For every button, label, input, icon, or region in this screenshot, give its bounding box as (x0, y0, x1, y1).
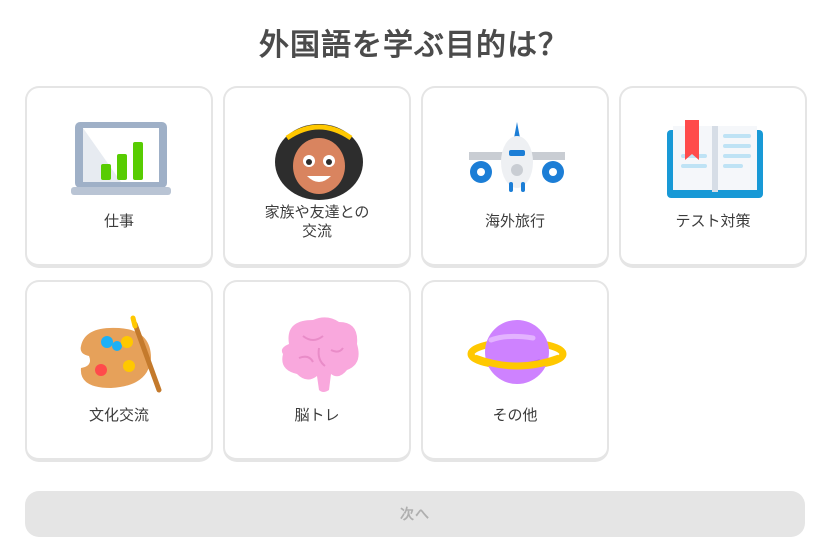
next-button[interactable]: 次へ (25, 491, 805, 537)
option-label: 文化交流 (88, 406, 149, 424)
option-card-culture[interactable]: 文化交流 (25, 280, 213, 462)
option-label: その他 (492, 406, 538, 424)
option-card-brain-training[interactable]: 脳トレ (223, 280, 411, 462)
option-card-work[interactable]: 仕事 (25, 86, 213, 268)
brain-icon (269, 314, 369, 394)
option-label: テスト対策 (675, 212, 751, 230)
person-avatar-icon (269, 120, 369, 200)
option-card-travel[interactable]: 海外旅行 (421, 86, 609, 268)
option-label: 脳トレ (294, 406, 340, 424)
option-grid: 仕事 家族や友達との 交流 海外旅行 テスト対策 文化交流 脳トレ その他 (25, 86, 807, 462)
planet-icon (467, 314, 567, 394)
paint-palette-icon (71, 314, 171, 394)
laptop-chart-icon (71, 120, 171, 200)
option-card-other[interactable]: その他 (421, 280, 609, 462)
option-card-test-prep[interactable]: テスト対策 (619, 86, 807, 268)
page-title: 外国語を学ぶ目的は？ (259, 28, 569, 63)
option-card-family-friends[interactable]: 家族や友達との 交流 (223, 86, 411, 268)
open-book-icon (665, 120, 765, 200)
option-label: 仕事 (103, 212, 134, 230)
option-label: 家族や友達との 交流 (264, 203, 370, 240)
option-label: 海外旅行 (484, 212, 545, 230)
airplane-icon (467, 120, 567, 200)
